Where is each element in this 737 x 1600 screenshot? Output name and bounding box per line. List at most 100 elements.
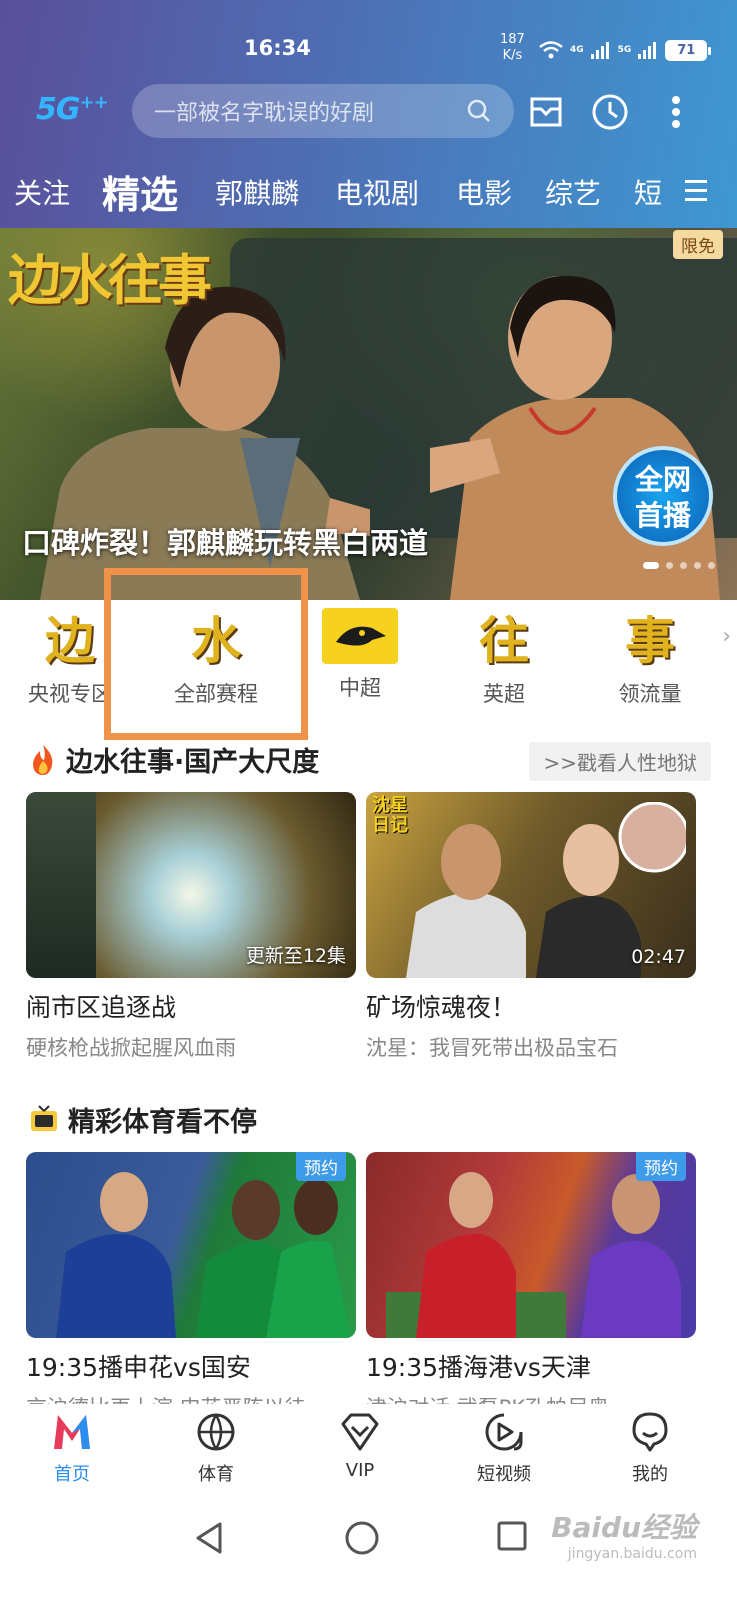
carousel-dot [680, 562, 687, 569]
match-thumbnail: 预约 [26, 1152, 356, 1338]
video-subtitle: 沈星：我冒死带出极品宝石 [366, 1036, 618, 1060]
video-duration: 02:47 [631, 946, 686, 968]
category-tabs: 关注 精选 郭麒麟 电视剧 电影 综艺 短 [0, 162, 737, 220]
quick-entry-label: 英超 [483, 682, 525, 706]
tab-tv-series[interactable]: 电视剧 [335, 172, 419, 212]
back-icon[interactable] [192, 1520, 228, 1556]
video-thumbnail: 更新至12集 [26, 792, 356, 978]
basketball-icon [194, 1410, 238, 1454]
match-card[interactable]: 预约 19:35播海港vs天津 津沪对话 武磊PK孔帕尼奥 [366, 1152, 696, 1416]
video-title: 矿场惊魂夜！ [366, 993, 517, 1022]
epl-icon: 往 [479, 611, 529, 670]
carousel-dot-active [643, 562, 659, 569]
vip-diamond-icon [338, 1410, 382, 1454]
wifi-icon [539, 41, 563, 59]
recents-icon[interactable] [496, 1520, 528, 1552]
quick-entry-label: 领流量 [618, 682, 682, 706]
banner-person-right [430, 275, 720, 600]
net-speed-unit: K/s [502, 48, 523, 63]
tab-guoqilin[interactable]: 郭麒麟 [215, 172, 299, 212]
bottom-navigation: 首页 体育 VIP 短视频 我的 [0, 1404, 737, 1504]
premiere-line1: 全网 [634, 463, 691, 496]
match-title: 19:35播海港vs天津 [366, 1353, 591, 1382]
video-title: 闹市区追逐战 [26, 993, 177, 1022]
tab-featured[interactable]: 精选 [102, 164, 178, 219]
fire-icon [33, 744, 53, 775]
thumbnail-window [26, 792, 96, 978]
battery-indicator: 71 [665, 39, 712, 61]
match-thumbnail: 预约 [366, 1152, 696, 1338]
hero-banner[interactable]: 边水往事 限免 全网 首播 口碑炸裂！郭麒麟玩转黑白两道 [0, 228, 737, 600]
status-icons: 4G 5G 71 [538, 36, 712, 64]
signal-4g-label: 4G [570, 45, 584, 55]
nav-short-video[interactable]: 短视频 [454, 1410, 554, 1486]
home-circle-icon[interactable] [344, 1520, 380, 1556]
tab-short[interactable]: 短 [634, 172, 662, 212]
nav-vip[interactable]: VIP [310, 1410, 410, 1481]
mail-icon[interactable] [524, 90, 568, 134]
banner-caption: 口碑炸裂！郭麒麟玩转黑白两道 [22, 526, 429, 560]
chevron-right-icon[interactable]: › [722, 624, 731, 649]
section-more-link[interactable]: >>戳看人性地狱 [529, 742, 711, 781]
banner-title-art: 边水往事 [8, 248, 212, 312]
signal-icon-2 [638, 42, 657, 59]
reserve-badge[interactable]: 预约 [636, 1152, 686, 1181]
video-card[interactable]: 沈星日记 02:47 矿场惊魂夜！ 沈星：我冒死带出极品宝石 [366, 792, 696, 1062]
nav-sports[interactable]: 体育 [166, 1410, 266, 1486]
more-icon[interactable] [654, 90, 698, 134]
carousel-dot [694, 562, 701, 569]
history-icon[interactable] [588, 90, 632, 134]
quick-entry-data[interactable]: 事 领流量 [590, 604, 710, 714]
tab-follow[interactable]: 关注 [14, 172, 70, 212]
nav-label: 我的 [632, 1464, 668, 1485]
update-status: 更新至12集 [245, 945, 346, 967]
tab-menu-icon[interactable] [685, 174, 715, 208]
quick-entry-csl[interactable]: 中超 [300, 604, 420, 714]
nav-label: 体育 [198, 1464, 234, 1485]
status-time: 16:34 [244, 36, 311, 60]
carousel-dots [643, 562, 715, 569]
search-icon[interactable] [466, 98, 492, 124]
play-circle-icon [482, 1410, 526, 1454]
carousel-dot [708, 562, 715, 569]
logo-sup: ++ [79, 92, 109, 113]
tab-variety[interactable]: 综艺 [545, 172, 601, 212]
profile-icon [628, 1410, 672, 1454]
nav-label: 短视频 [477, 1464, 531, 1485]
nav-profile[interactable]: 我的 [600, 1410, 700, 1486]
home-icon [50, 1410, 94, 1454]
app-logo[interactable]: 5G++ [36, 92, 109, 127]
cctv-zone-icon: 边 [45, 611, 95, 670]
signal-icon [590, 42, 609, 59]
match-card[interactable]: 预约 19:35播申花vs国安 京沪德比再上演 申花严阵以待 [26, 1152, 356, 1416]
match-players [56, 1172, 351, 1338]
video-thumbnail: 沈星日记 02:47 [366, 792, 696, 978]
free-badge: 限免 [673, 230, 723, 259]
quick-entry-label: 中超 [339, 676, 381, 700]
match-title: 19:35播申花vs国安 [26, 1353, 251, 1382]
nav-label: 首页 [54, 1464, 90, 1485]
carousel-dot [666, 562, 673, 569]
section-title-border-story: 边水往事·国产大尺度 [28, 740, 319, 779]
quick-entry-epl[interactable]: 往 英超 [444, 604, 564, 714]
video-tag: 沈星日记 [372, 795, 408, 836]
match-players [386, 1172, 681, 1338]
video-subtitle: 硬核枪战掀起腥风血雨 [26, 1036, 236, 1060]
tab-movie[interactable]: 电影 [456, 172, 512, 212]
watermark-sub: jingyan.baidu.com [567, 1546, 697, 1562]
status-bar: 16:34 187 K/s 4G 5G 71 [0, 0, 737, 78]
data-plan-icon: 事 [625, 611, 675, 670]
section-title-sports: 精彩体育看不停 [28, 1100, 257, 1139]
search-input[interactable]: 一部被名字耽误的好剧 [132, 84, 514, 138]
video-card[interactable]: 更新至12集 闹市区追逐战 硬核枪战掀起腥风血雨 [26, 792, 356, 1062]
signal-5g-label: 5G [617, 45, 632, 55]
section-title-text: 边水往事·国产大尺度 [66, 747, 320, 778]
watermark-main: Baidu经验 [551, 1511, 697, 1544]
nav-home[interactable]: 首页 [22, 1410, 122, 1486]
reserve-badge[interactable]: 预约 [296, 1152, 346, 1181]
tv-icon [31, 1104, 57, 1131]
highlight-annotation [104, 568, 308, 740]
net-speed-value: 187 [500, 32, 525, 47]
nav-label: VIP [345, 1460, 375, 1481]
premiere-badge: 全网 首播 [613, 446, 713, 546]
